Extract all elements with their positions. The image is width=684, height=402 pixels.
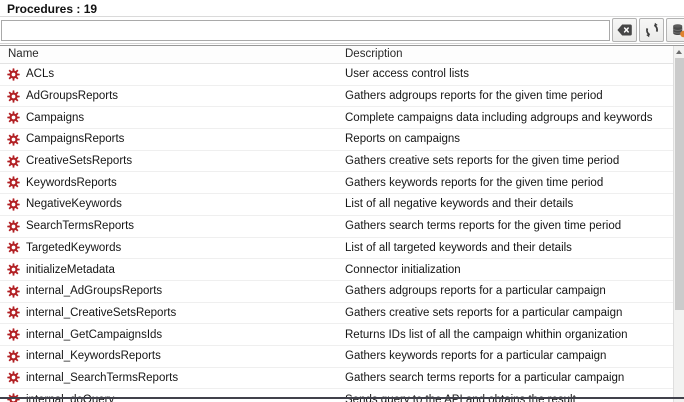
procedure-name: CreativeSetsReports (26, 155, 132, 167)
database-icon (671, 22, 684, 38)
procedure-name: internal_CreativeSetsReports (26, 307, 176, 319)
table-row[interactable]: internal_doQuery Sends query to the API … (0, 389, 673, 402)
procedure-gear-icon (7, 111, 20, 124)
table-row[interactable]: internal_SearchTermsReports Gathers sear… (0, 368, 673, 390)
procedure-name-cell: initializeMetadata (7, 259, 335, 280)
procedure-description: Gathers creative sets reports for a part… (345, 303, 667, 324)
column-header-description[interactable]: Description (345, 46, 665, 63)
backspace-clear-icon (616, 23, 633, 37)
procedure-name: KeywordsReports (26, 177, 117, 189)
procedure-name: AdGroupsReports (26, 90, 118, 102)
procedure-name-cell: Campaigns (7, 107, 335, 128)
procedure-name-cell: KeywordsReports (7, 172, 335, 193)
procedure-gear-icon (7, 176, 20, 189)
procedure-name-cell: internal_GetCampaignsIds (7, 324, 335, 345)
clear-filter-button[interactable] (612, 18, 637, 42)
procedure-description: Gathers keywords reports for a particula… (345, 346, 667, 367)
procedure-gear-icon (7, 68, 20, 81)
procedure-description: Gathers adgroups reports for a particula… (345, 281, 667, 302)
filter-input[interactable] (1, 20, 610, 41)
procedure-name-cell: CreativeSetsReports (7, 151, 335, 172)
procedure-name: TargetedKeywords (26, 242, 121, 254)
procedure-description: Gathers adgroups reports for the given t… (345, 86, 667, 107)
procedure-description: Sends query to the API and obtains the r… (345, 389, 667, 402)
table-row[interactable]: CreativeSetsReports Gathers creative set… (0, 151, 673, 173)
procedure-gear-icon (7, 198, 20, 211)
procedure-description: Gathers search terms reports for the giv… (345, 216, 667, 237)
procedure-name: NegativeKeywords (26, 198, 122, 210)
table-row[interactable]: CampaignsReports Reports on campaigns (0, 129, 673, 151)
procedure-name: internal_SearchTermsReports (26, 372, 178, 384)
procedure-description: Gathers creative sets reports for the gi… (345, 151, 667, 172)
procedure-name-cell: ACLs (7, 64, 335, 85)
procedure-gear-icon (7, 90, 20, 103)
procedure-description: Returns IDs list of all the campaign whi… (345, 324, 667, 345)
procedure-name: SearchTermsReports (26, 220, 134, 232)
refresh-icon (644, 22, 660, 38)
table-row[interactable]: internal_AdGroupsReports Gathers adgroup… (0, 281, 673, 303)
procedure-name-cell: internal_AdGroupsReports (7, 281, 335, 302)
toolbar (0, 18, 684, 43)
table-row[interactable]: initializeMetadata Connector initializat… (0, 259, 673, 281)
procedure-gear-icon (7, 263, 20, 276)
procedure-description: User access control lists (345, 64, 667, 85)
table-row[interactable]: internal_CreativeSetsReports Gathers cre… (0, 303, 673, 325)
procedure-name-cell: internal_KeywordsReports (7, 346, 335, 367)
table-row[interactable]: ACLs User access control lists (0, 64, 673, 86)
procedure-gear-icon (7, 371, 20, 384)
procedure-name: ACLs (26, 68, 54, 80)
procedure-gear-icon (7, 155, 20, 168)
table-row[interactable]: Campaigns Complete campaigns data includ… (0, 107, 673, 129)
procedure-name: internal_GetCampaignsIds (26, 329, 162, 341)
procedure-name: internal_AdGroupsReports (26, 285, 162, 297)
procedure-name-cell: SearchTermsReports (7, 216, 335, 237)
procedure-gear-icon (7, 241, 20, 254)
procedure-name-cell: internal_SearchTermsReports (7, 368, 335, 389)
procedures-panel: Procedures : 19 (0, 0, 684, 402)
procedure-description: Gathers search terms reports for a parti… (345, 368, 667, 389)
table-header: Name Description (0, 46, 673, 64)
procedure-description: Gathers keywords reports for the given t… (345, 172, 667, 193)
scrollbar-thumb[interactable] (675, 58, 684, 310)
procedure-gear-icon (7, 328, 20, 341)
procedure-gear-icon (7, 285, 20, 298)
panel-bottom-border (0, 397, 684, 399)
procedure-name-cell: AdGroupsReports (7, 86, 335, 107)
table-row[interactable]: SearchTermsReports Gathers search terms … (0, 216, 673, 238)
procedure-name-cell: NegativeKeywords (7, 194, 335, 215)
procedure-description: Connector initialization (345, 259, 667, 280)
procedure-name: internal_KeywordsReports (26, 350, 161, 362)
show-data-button[interactable] (666, 18, 684, 42)
procedure-description: List of all negative keywords and their … (345, 194, 667, 215)
table-body: ACLs User access control lists (0, 64, 673, 402)
procedure-name: initializeMetadata (26, 264, 115, 276)
procedure-gear-icon (7, 350, 20, 363)
procedure-name-cell: internal_CreativeSetsReports (7, 303, 335, 324)
toolbar-divider-light (0, 43, 684, 44)
table-row[interactable]: AdGroupsReports Gathers adgroups reports… (0, 86, 673, 108)
procedure-description: List of all targeted keywords and their … (345, 238, 667, 259)
refresh-button[interactable] (639, 18, 664, 42)
procedure-name: CampaignsReports (26, 133, 124, 145)
table-row[interactable]: KeywordsReports Gathers keywords reports… (0, 172, 673, 194)
procedure-name: Campaigns (26, 112, 84, 124)
table-row[interactable]: TargetedKeywords List of all targeted ke… (0, 238, 673, 260)
procedure-gear-icon (7, 220, 20, 233)
procedure-description: Reports on campaigns (345, 129, 667, 150)
procedures-table: Name Description (0, 46, 673, 402)
vertical-scrollbar[interactable] (673, 46, 684, 402)
procedure-description: Complete campaigns data including adgrou… (345, 107, 667, 128)
procedure-name-cell: TargetedKeywords (7, 238, 335, 259)
procedure-name-cell: CampaignsReports (7, 129, 335, 150)
table-row[interactable]: internal_KeywordsReports Gathers keyword… (0, 346, 673, 368)
procedure-gear-icon (7, 133, 20, 146)
procedure-gear-icon (7, 306, 20, 319)
scrollbar-up-arrow-icon[interactable] (676, 50, 682, 54)
table-row[interactable]: NegativeKeywords List of all negative ke… (0, 194, 673, 216)
column-header-name[interactable]: Name (8, 46, 334, 63)
page-title: Procedures : 19 (0, 0, 684, 17)
procedure-name-cell: internal_doQuery (7, 389, 335, 402)
table-row[interactable]: internal_GetCampaignsIds Returns IDs lis… (0, 324, 673, 346)
